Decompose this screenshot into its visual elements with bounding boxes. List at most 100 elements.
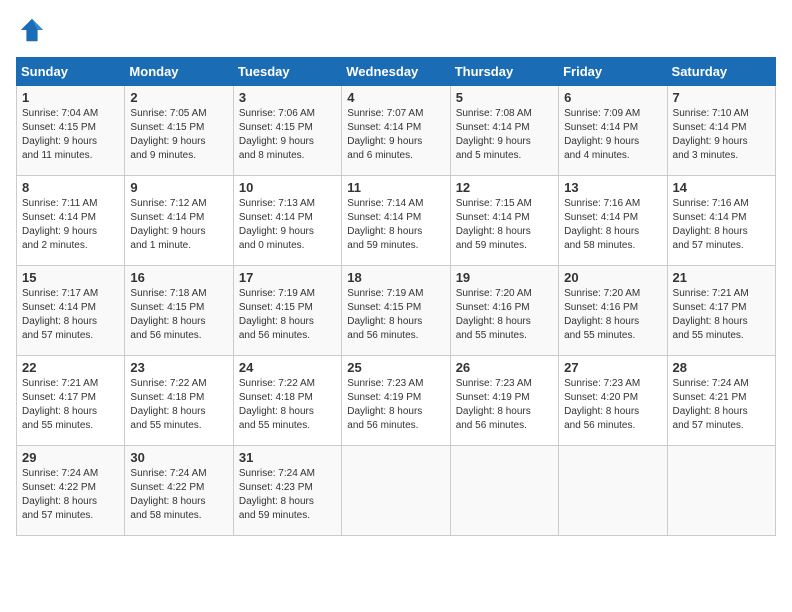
day-info: Sunrise: 7:04 AM Sunset: 4:15 PM Dayligh… xyxy=(22,107,119,163)
calendar-body: 1 Sunrise: 7:04 AM Sunset: 4:15 PM Daylig… xyxy=(17,86,776,536)
calendar-cell: 31 Sunrise: 7:24 AM Sunset: 4:23 PM Dayli… xyxy=(233,446,341,536)
day-info: Sunrise: 7:15 AM Sunset: 4:14 PM Dayligh… xyxy=(456,197,553,253)
calendar-cell: 29 Sunrise: 7:24 AM Sunset: 4:22 PM Dayli… xyxy=(17,446,125,536)
day-number: 31 xyxy=(239,450,336,465)
day-info: Sunrise: 7:23 AM Sunset: 4:20 PM Dayligh… xyxy=(564,377,661,433)
day-info: Sunrise: 7:05 AM Sunset: 4:15 PM Dayligh… xyxy=(130,107,227,163)
day-info: Sunrise: 7:19 AM Sunset: 4:15 PM Dayligh… xyxy=(239,287,336,343)
day-info: Sunrise: 7:17 AM Sunset: 4:14 PM Dayligh… xyxy=(22,287,119,343)
day-number: 15 xyxy=(22,270,119,285)
calendar-cell: 13 Sunrise: 7:16 AM Sunset: 4:14 PM Dayli… xyxy=(559,176,667,266)
calendar-cell: 25 Sunrise: 7:23 AM Sunset: 4:19 PM Dayli… xyxy=(342,356,450,446)
header-day-monday: Monday xyxy=(125,58,233,86)
calendar-cell: 22 Sunrise: 7:21 AM Sunset: 4:17 PM Dayli… xyxy=(17,356,125,446)
day-info: Sunrise: 7:23 AM Sunset: 4:19 PM Dayligh… xyxy=(456,377,553,433)
logo-icon xyxy=(18,16,46,44)
day-number: 14 xyxy=(673,180,770,195)
week-row-5: 29 Sunrise: 7:24 AM Sunset: 4:22 PM Dayli… xyxy=(17,446,776,536)
day-number: 11 xyxy=(347,180,444,195)
day-info: Sunrise: 7:18 AM Sunset: 4:15 PM Dayligh… xyxy=(130,287,227,343)
day-info: Sunrise: 7:09 AM Sunset: 4:14 PM Dayligh… xyxy=(564,107,661,163)
calendar-cell: 14 Sunrise: 7:16 AM Sunset: 4:14 PM Dayli… xyxy=(667,176,775,266)
calendar-cell: 18 Sunrise: 7:19 AM Sunset: 4:15 PM Dayli… xyxy=(342,266,450,356)
day-info: Sunrise: 7:20 AM Sunset: 4:16 PM Dayligh… xyxy=(564,287,661,343)
calendar-cell xyxy=(342,446,450,536)
day-info: Sunrise: 7:19 AM Sunset: 4:15 PM Dayligh… xyxy=(347,287,444,343)
day-info: Sunrise: 7:24 AM Sunset: 4:21 PM Dayligh… xyxy=(673,377,770,433)
header-day-tuesday: Tuesday xyxy=(233,58,341,86)
day-number: 24 xyxy=(239,360,336,375)
day-number: 7 xyxy=(673,90,770,105)
calendar-header: SundayMondayTuesdayWednesdayThursdayFrid… xyxy=(17,58,776,86)
day-number: 21 xyxy=(673,270,770,285)
calendar-cell: 28Sunrise: 7:24 AM Sunset: 4:21 PM Dayli… xyxy=(667,356,775,446)
calendar-cell: 30 Sunrise: 7:24 AM Sunset: 4:22 PM Dayli… xyxy=(125,446,233,536)
day-info: Sunrise: 7:22 AM Sunset: 4:18 PM Dayligh… xyxy=(239,377,336,433)
day-number: 19 xyxy=(456,270,553,285)
day-number: 16 xyxy=(130,270,227,285)
calendar-cell xyxy=(559,446,667,536)
day-number: 5 xyxy=(456,90,553,105)
calendar-cell: 5Sunrise: 7:08 AM Sunset: 4:14 PM Daylig… xyxy=(450,86,558,176)
calendar-cell: 20 Sunrise: 7:20 AM Sunset: 4:16 PM Dayli… xyxy=(559,266,667,356)
day-info: Sunrise: 7:06 AM Sunset: 4:15 PM Dayligh… xyxy=(239,107,336,163)
calendar-cell: 21 Sunrise: 7:21 AM Sunset: 4:17 PM Dayli… xyxy=(667,266,775,356)
day-number: 22 xyxy=(22,360,119,375)
header xyxy=(16,16,776,49)
calendar-cell: 24 Sunrise: 7:22 AM Sunset: 4:18 PM Dayli… xyxy=(233,356,341,446)
calendar-cell: 4Sunrise: 7:07 AM Sunset: 4:14 PM Daylig… xyxy=(342,86,450,176)
day-info: Sunrise: 7:14 AM Sunset: 4:14 PM Dayligh… xyxy=(347,197,444,253)
calendar-cell xyxy=(667,446,775,536)
day-info: Sunrise: 7:16 AM Sunset: 4:14 PM Dayligh… xyxy=(673,197,770,253)
week-row-1: 1 Sunrise: 7:04 AM Sunset: 4:15 PM Daylig… xyxy=(17,86,776,176)
calendar-cell: 2 Sunrise: 7:05 AM Sunset: 4:15 PM Daylig… xyxy=(125,86,233,176)
day-number: 12 xyxy=(456,180,553,195)
calendar-cell: 11 Sunrise: 7:14 AM Sunset: 4:14 PM Dayli… xyxy=(342,176,450,266)
day-info: Sunrise: 7:07 AM Sunset: 4:14 PM Dayligh… xyxy=(347,107,444,163)
day-number: 3 xyxy=(239,90,336,105)
header-day-friday: Friday xyxy=(559,58,667,86)
day-number: 29 xyxy=(22,450,119,465)
week-row-4: 22 Sunrise: 7:21 AM Sunset: 4:17 PM Dayli… xyxy=(17,356,776,446)
week-row-3: 15 Sunrise: 7:17 AM Sunset: 4:14 PM Dayli… xyxy=(17,266,776,356)
day-number: 27 xyxy=(564,360,661,375)
day-info: Sunrise: 7:24 AM Sunset: 4:22 PM Dayligh… xyxy=(22,467,119,523)
day-info: Sunrise: 7:23 AM Sunset: 4:19 PM Dayligh… xyxy=(347,377,444,433)
calendar-cell: 19Sunrise: 7:20 AM Sunset: 4:16 PM Dayli… xyxy=(450,266,558,356)
day-info: Sunrise: 7:21 AM Sunset: 4:17 PM Dayligh… xyxy=(673,287,770,343)
day-info: Sunrise: 7:11 AM Sunset: 4:14 PM Dayligh… xyxy=(22,197,119,253)
day-number: 17 xyxy=(239,270,336,285)
day-number: 20 xyxy=(564,270,661,285)
day-number: 8 xyxy=(22,180,119,195)
calendar-table: SundayMondayTuesdayWednesdayThursdayFrid… xyxy=(16,57,776,536)
day-number: 9 xyxy=(130,180,227,195)
day-info: Sunrise: 7:16 AM Sunset: 4:14 PM Dayligh… xyxy=(564,197,661,253)
day-info: Sunrise: 7:24 AM Sunset: 4:23 PM Dayligh… xyxy=(239,467,336,523)
day-number: 2 xyxy=(130,90,227,105)
header-row: SundayMondayTuesdayWednesdayThursdayFrid… xyxy=(17,58,776,86)
logo xyxy=(16,16,50,49)
calendar-cell: 17 Sunrise: 7:19 AM Sunset: 4:15 PM Dayli… xyxy=(233,266,341,356)
calendar-cell: 6 Sunrise: 7:09 AM Sunset: 4:14 PM Daylig… xyxy=(559,86,667,176)
day-info: Sunrise: 7:24 AM Sunset: 4:22 PM Dayligh… xyxy=(130,467,227,523)
day-number: 10 xyxy=(239,180,336,195)
day-info: Sunrise: 7:12 AM Sunset: 4:14 PM Dayligh… xyxy=(130,197,227,253)
day-number: 23 xyxy=(130,360,227,375)
day-number: 30 xyxy=(130,450,227,465)
day-number: 6 xyxy=(564,90,661,105)
day-info: Sunrise: 7:13 AM Sunset: 4:14 PM Dayligh… xyxy=(239,197,336,253)
calendar-cell: 12 Sunrise: 7:15 AM Sunset: 4:14 PM Dayli… xyxy=(450,176,558,266)
day-number: 25 xyxy=(347,360,444,375)
calendar-cell: 1 Sunrise: 7:04 AM Sunset: 4:15 PM Daylig… xyxy=(17,86,125,176)
day-number: 13 xyxy=(564,180,661,195)
calendar-cell: 15 Sunrise: 7:17 AM Sunset: 4:14 PM Dayli… xyxy=(17,266,125,356)
header-day-wednesday: Wednesday xyxy=(342,58,450,86)
day-number: 18 xyxy=(347,270,444,285)
calendar-cell: 23Sunrise: 7:22 AM Sunset: 4:18 PM Dayli… xyxy=(125,356,233,446)
header-day-thursday: Thursday xyxy=(450,58,558,86)
calendar-cell: 10 Sunrise: 7:13 AM Sunset: 4:14 PM Dayli… xyxy=(233,176,341,266)
calendar-cell xyxy=(450,446,558,536)
day-info: Sunrise: 7:21 AM Sunset: 4:17 PM Dayligh… xyxy=(22,377,119,433)
day-number: 1 xyxy=(22,90,119,105)
calendar-cell: 27 Sunrise: 7:23 AM Sunset: 4:20 PM Dayli… xyxy=(559,356,667,446)
